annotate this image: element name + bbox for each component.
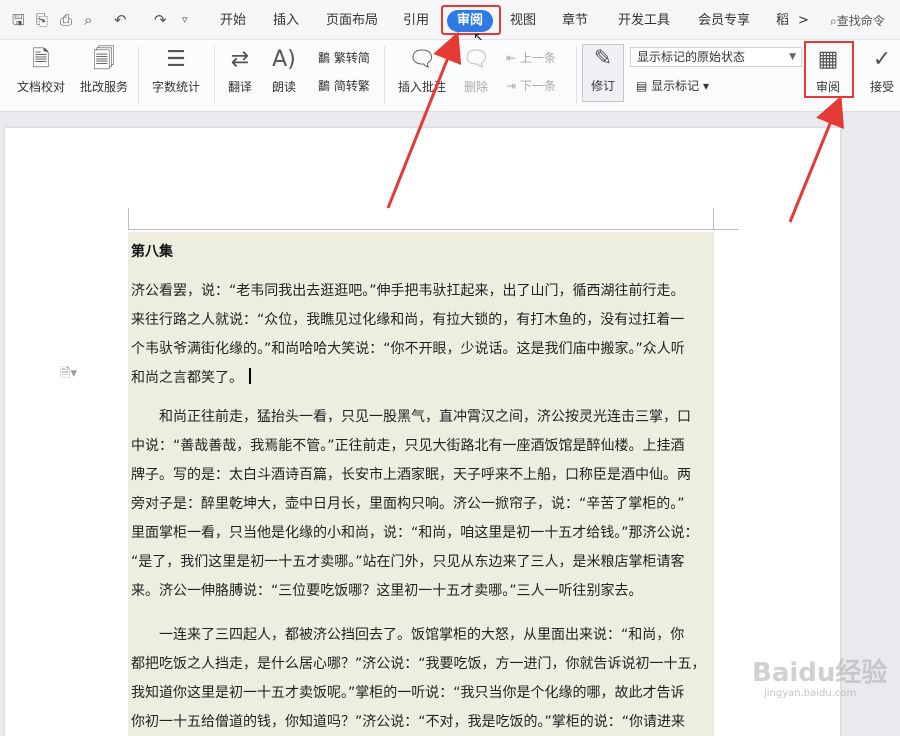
accept-icon: ✓ bbox=[872, 47, 892, 72]
page-margin-corner bbox=[713, 208, 714, 230]
tab-start[interactable]: 开始 bbox=[220, 13, 246, 29]
display-state-select[interactable]: 显示标记的原始状态 ▼ bbox=[630, 47, 802, 67]
simp-to-trad-button[interactable]: 鷭 简转繁 bbox=[318, 77, 370, 94]
quick-access-dropdown-icon[interactable]: ▿ bbox=[182, 12, 188, 28]
tab-page-layout[interactable]: 页面布局 bbox=[326, 13, 378, 29]
paragraph-2: 和尚正往前走，猛抬头一看，只见一股黑气，直冲霄汉之间，济公按灵光连击三掌，口 中… bbox=[131, 403, 713, 606]
chevron-down-icon: ▾ bbox=[699, 79, 710, 93]
paragraph-1: 济公看罢，说：“老韦同我出去逛逛吧。”伸手把韦驮扛起来，出了山门，循西湖往前行走… bbox=[131, 277, 713, 393]
show-marks-icon: ▤ bbox=[636, 79, 652, 93]
prev-comment-icon: ⇤ bbox=[506, 51, 520, 65]
divider bbox=[214, 46, 215, 104]
text-line: “是了，我们这里是初一十五才卖哪。”站在门外，只见从东边来了三人，是米粮店掌柜请… bbox=[131, 554, 685, 570]
trad-to-simp-icon: 鷭 bbox=[318, 51, 334, 65]
export-icon[interactable]: ⎘ bbox=[36, 12, 48, 28]
divider bbox=[576, 46, 577, 104]
text-line: 来。济公一伸胳膊说：“三位要吃饭哪？这里初一十五才卖哪。”三人一听往别家去。 bbox=[131, 583, 643, 599]
insert-comment-button[interactable]: 🗨 插入批注 bbox=[394, 46, 450, 95]
tab-more[interactable]: 稻 bbox=[776, 13, 789, 29]
translate-icon: ⇄ bbox=[230, 47, 250, 72]
doc-side-icon[interactable]: 🗎▾ bbox=[60, 364, 77, 386]
prev-comment-button[interactable]: ⇤ 上一条 bbox=[506, 49, 556, 66]
translate-button[interactable]: ⇄ 翻译 bbox=[220, 46, 260, 95]
tab-reference[interactable]: 引用 bbox=[403, 13, 429, 29]
next-comment-button[interactable]: ⇥ 下一条 bbox=[506, 77, 556, 94]
undo-icon[interactable]: ↶ bbox=[114, 12, 127, 28]
correct-service-button[interactable]: 🗐 批改服务 bbox=[76, 46, 132, 95]
accept-button[interactable]: ✓ 接受 bbox=[862, 46, 900, 95]
tab-devtools[interactable]: 开发工具 bbox=[618, 13, 670, 29]
delete-comment-button[interactable]: 🗨 删除 bbox=[456, 46, 496, 95]
text-line: 牌子。写的是：太白斗酒诗百篇，长安市上酒家眠，天子呼来不上船，口称臣是酒中仙。两 bbox=[131, 467, 691, 483]
text-line: 和尚之言都笑了。 bbox=[131, 364, 713, 393]
correct-service-icon: 🗐 bbox=[93, 47, 115, 72]
revise-icon: ✎ bbox=[593, 46, 613, 71]
text-line: 里面掌柜一看，只当他是化缘的小和尚，说：“和尚，咱这里是初一十五才给钱。”那济公… bbox=[131, 525, 699, 541]
chapter-title: 第八集 bbox=[131, 244, 173, 260]
baidu-watermark: Baidu经验 bbox=[752, 658, 888, 688]
text-line: 你初一十五给僧道的钱，你知道吗？”济公说：“不对，我是吃饭的。”掌柜的说：“你请… bbox=[131, 714, 686, 730]
word-count-button[interactable]: ☰ 字数统计 bbox=[146, 46, 206, 95]
tab-section[interactable]: 章节 bbox=[562, 13, 588, 29]
tabs-scroll-right-icon[interactable]: > bbox=[798, 13, 809, 29]
trad-to-simp-button[interactable]: 鷭 繁转简 bbox=[318, 49, 370, 66]
tab-member[interactable]: 会员专享 bbox=[698, 13, 750, 29]
tab-insert[interactable]: 插入 bbox=[273, 13, 299, 29]
next-comment-icon: ⇥ bbox=[506, 79, 520, 93]
delete-comment-icon: 🗨 bbox=[462, 47, 490, 72]
review-ribbon: 🗎 文档校对 🗐 批改服务 ☰ 字数统计 ⇄ 翻译 A) 朗读 鷭 繁转简 鷭 … bbox=[0, 40, 900, 112]
text-line: 个韦驮爷满街化缘的。”和尚哈哈大笑说：“你不开眼，少说话。这是我们庙中搬家。”众… bbox=[131, 341, 685, 357]
chevron-down-icon: ▼ bbox=[789, 52, 796, 62]
redo-icon[interactable]: ↷ bbox=[154, 12, 167, 28]
text-line: 我知道你这里是初一十五才卖饭呢。”掌柜的一听说：“我只当你是个化缘的哪，故此才告… bbox=[131, 685, 685, 701]
read-aloud-icon: A) bbox=[272, 47, 296, 72]
search-icon: ⌕ bbox=[830, 14, 837, 28]
tab-view[interactable]: 视图 bbox=[510, 13, 536, 29]
print-icon[interactable]: ⎙ bbox=[60, 12, 72, 28]
divider bbox=[384, 46, 385, 104]
show-marks-button[interactable]: ▤ 显示标记 ▾ bbox=[636, 77, 709, 94]
text-line: 和尚正往前走，猛抬头一看，只见一股黑气，直冲霄汉之间，济公按灵光连击三掌，口 bbox=[131, 409, 691, 425]
baidu-watermark-url: jingyan.baidu.com bbox=[764, 688, 857, 699]
page-margin-corner bbox=[128, 229, 714, 230]
text-line: 一连来了三四起人，都被济公挡回去了。饭馆掌柜的大怒，从里面出来说：“和尚，你 bbox=[131, 627, 685, 643]
page-margin-corner bbox=[713, 229, 739, 230]
text-line: 中说：“善哉善哉，我焉能不管。”正往前走，只见大街路北有一座酒饭馆是醉仙楼。上挂… bbox=[131, 438, 685, 454]
search-command-label: 查找命令 bbox=[836, 14, 885, 28]
text-cursor bbox=[249, 368, 251, 384]
text-line: 来往行路之人就说：“众位，我瞧见过化缘和尚，有拉大锁的，有打木鱼的，没有过扛着一 bbox=[131, 312, 685, 328]
preview-icon[interactable]: ⌕ bbox=[84, 12, 92, 28]
doc-proof-icon: 🗎 bbox=[32, 47, 50, 72]
read-aloud-button[interactable]: A) 朗读 bbox=[264, 46, 304, 95]
save-icon[interactable]: 🖫 bbox=[12, 12, 25, 28]
highlight-box-review-button bbox=[804, 41, 854, 98]
divider bbox=[138, 46, 139, 104]
word-count-icon: ☰ bbox=[166, 47, 186, 72]
revise-button[interactable]: ✎ 修订 bbox=[582, 44, 624, 102]
text-line: 都把吃饭之人挡走，是什么居心哪？”济公说：“我要吃饭，方一进门，你就告诉说初一十… bbox=[131, 656, 706, 672]
text-line: 旁对子是：醉里乾坤大，壶中日月长，里面构只响。济公一掀帘子，说：“辛苦了掌柜的。… bbox=[131, 496, 685, 512]
text-line: 济公看罢，说：“老韦同我出去逛逛吧。”伸手把韦驮扛起来，出了山门，循西湖往前行走… bbox=[131, 283, 685, 299]
insert-comment-icon: 🗨 bbox=[408, 47, 436, 72]
simp-to-trad-icon: 鷭 bbox=[318, 79, 334, 93]
search-command[interactable]: ⌕查找命令 bbox=[830, 12, 885, 29]
highlight-box-review-tab bbox=[441, 5, 501, 35]
page-margin-corner bbox=[128, 208, 129, 230]
doc-proof-button[interactable]: 🗎 文档校对 bbox=[14, 46, 68, 95]
paragraph-3: 一连来了三四起人，都被济公挡回去了。饭馆掌柜的大怒，从里面出来说：“和尚，你 都… bbox=[131, 621, 713, 736]
